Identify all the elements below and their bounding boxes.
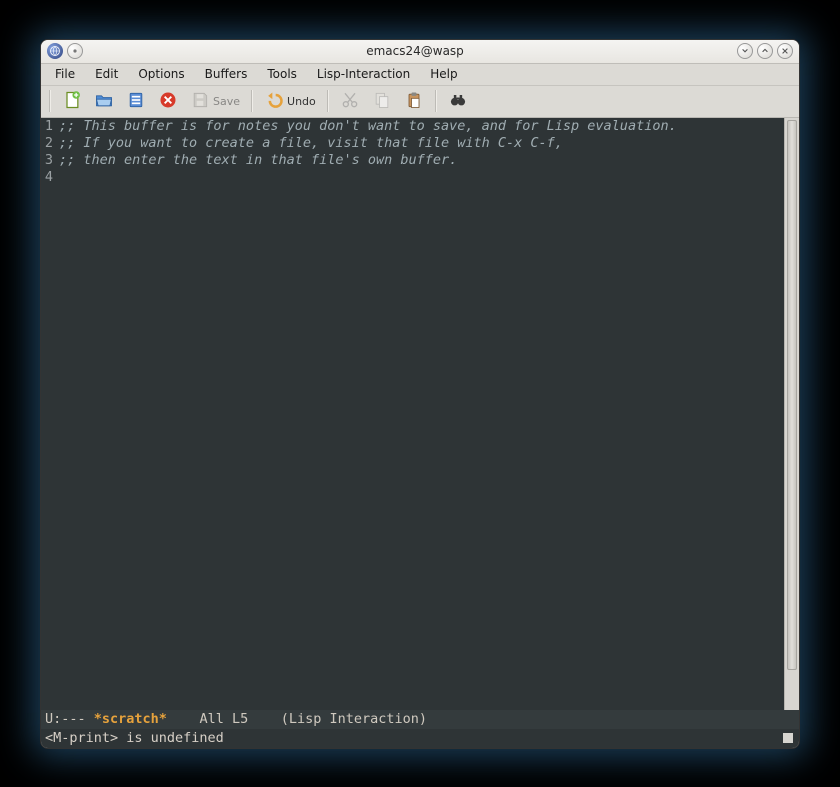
toolbar: Save Undo (41, 86, 799, 118)
buffer-content[interactable]: ;; This buffer is for notes you don't wa… (55, 118, 784, 710)
line-number: 3 (41, 152, 55, 169)
kill-buffer-button[interactable] (153, 88, 183, 114)
window-title: emacs24@wasp (93, 44, 737, 58)
modeline-position: All L5 (167, 711, 281, 727)
menu-options[interactable]: Options (128, 65, 194, 83)
toolbar-separator (49, 90, 51, 112)
save-button[interactable]: Save (185, 88, 245, 114)
toolbar-separator (327, 90, 329, 112)
menu-lisp-interaction[interactable]: Lisp-Interaction (307, 65, 420, 83)
line-number-gutter: 1 2 3 4 (41, 118, 55, 710)
close-icon (158, 90, 178, 113)
editor-area: 1 2 3 4 ;; This buffer is for notes you … (41, 118, 799, 710)
save-icon (190, 90, 210, 113)
emacs-window: emacs24@wasp File Edit Options Buffers T… (40, 39, 800, 749)
code-line: ;; This buffer is for notes you don't wa… (59, 118, 677, 134)
open-folder-icon (94, 90, 114, 113)
menubar: File Edit Options Buffers Tools Lisp-Int… (41, 64, 799, 86)
code-line: ;; then enter the text in that file's ow… (59, 152, 457, 168)
scrollbar-thumb[interactable] (787, 120, 797, 671)
new-file-icon (62, 90, 82, 113)
menu-edit[interactable]: Edit (85, 65, 128, 83)
app-icon (47, 43, 63, 59)
titlebar-pin-button[interactable] (67, 43, 83, 59)
toolbar-separator (251, 90, 253, 112)
open-file-button[interactable] (89, 88, 119, 114)
undo-button[interactable]: Undo (259, 88, 321, 114)
cut-button[interactable] (335, 88, 365, 114)
undo-icon (264, 90, 284, 113)
directory-icon (126, 90, 146, 113)
close-button[interactable] (777, 43, 793, 59)
menu-help[interactable]: Help (420, 65, 467, 83)
window-titlebar: emacs24@wasp (41, 40, 799, 64)
code-line: ;; If you want to create a file, visit t… (59, 135, 563, 151)
line-number: 2 (41, 135, 55, 152)
copy-icon (372, 90, 392, 113)
line-number: 1 (41, 118, 55, 135)
search-button[interactable] (443, 88, 473, 114)
vertical-scrollbar[interactable] (784, 118, 799, 710)
modeline-prefix: U:--- (45, 711, 94, 727)
minibuffer-scroll-corner (783, 733, 793, 743)
modeline-mode: (Lisp Interaction) (281, 711, 427, 727)
minibuffer[interactable]: <M-print> is undefined (41, 729, 799, 748)
toolbar-separator (435, 90, 437, 112)
copy-button[interactable] (367, 88, 397, 114)
minibuffer-message: <M-print> is undefined (45, 730, 224, 746)
new-file-button[interactable] (57, 88, 87, 114)
minimize-button[interactable] (737, 43, 753, 59)
menu-file[interactable]: File (45, 65, 85, 83)
modeline-buffer-name: *scratch* (94, 711, 167, 727)
undo-label: Undo (287, 95, 316, 108)
scissors-icon (340, 90, 360, 113)
save-label: Save (213, 95, 240, 108)
open-directory-button[interactable] (121, 88, 151, 114)
text-editor[interactable]: 1 2 3 4 ;; This buffer is for notes you … (41, 118, 784, 710)
paste-icon (404, 90, 424, 113)
maximize-button[interactable] (757, 43, 773, 59)
line-number: 4 (41, 169, 55, 186)
mode-line[interactable]: U:--- *scratch* All L5 (Lisp Interaction… (41, 710, 799, 729)
paste-button[interactable] (399, 88, 429, 114)
menu-tools[interactable]: Tools (257, 65, 307, 83)
menu-buffers[interactable]: Buffers (195, 65, 258, 83)
binoculars-icon (448, 90, 468, 113)
